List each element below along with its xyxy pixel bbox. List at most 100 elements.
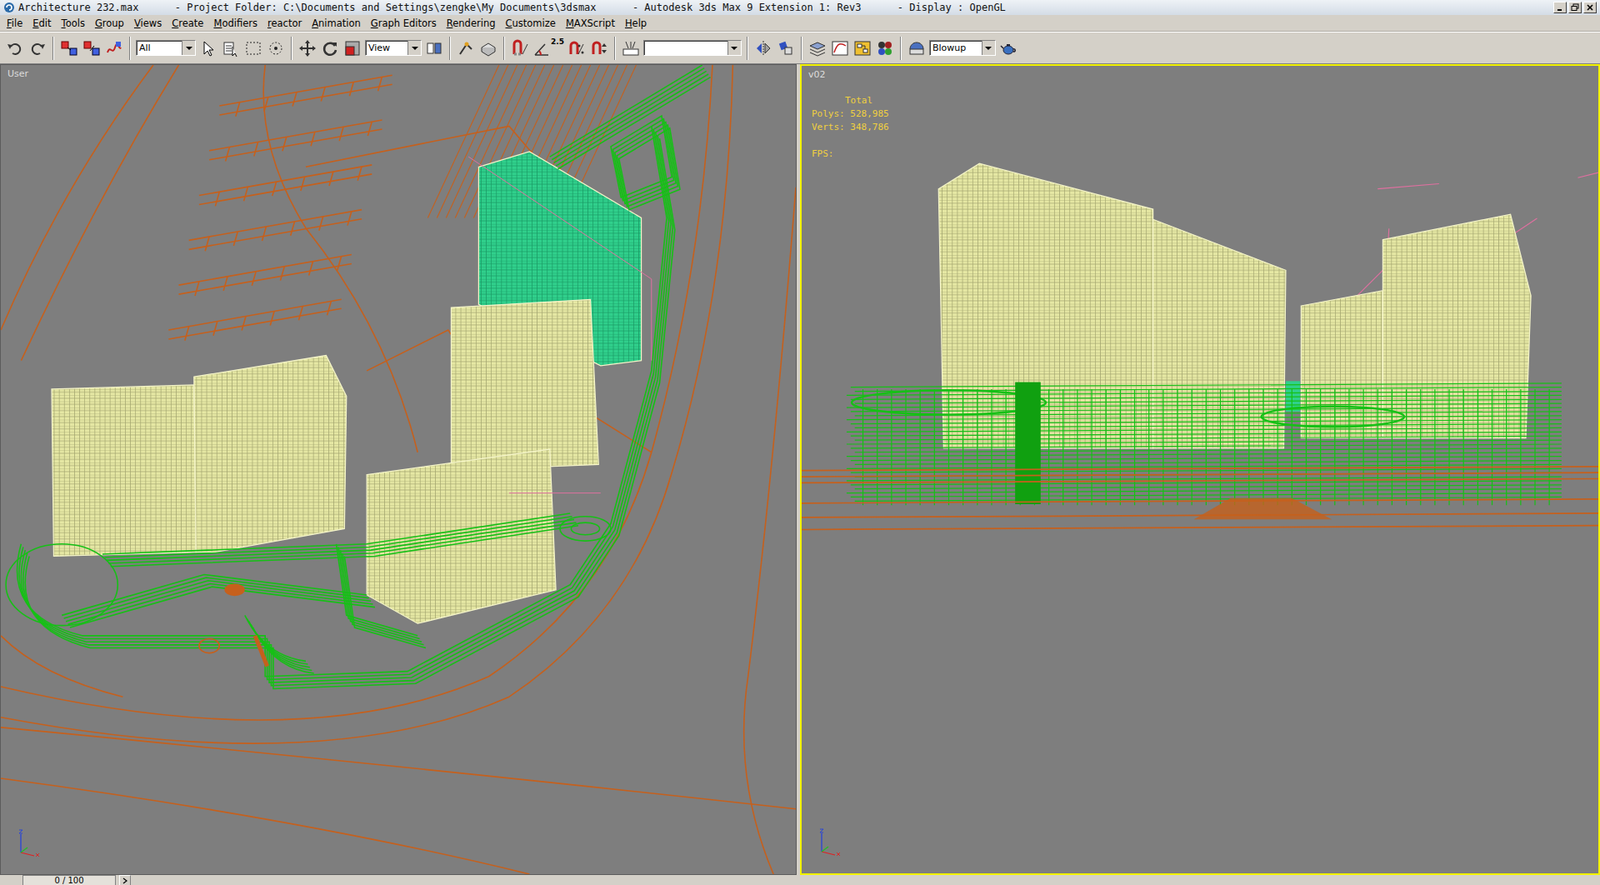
select-button[interactable] [198,36,219,60]
rotate-icon [320,39,340,58]
move-button[interactable] [297,36,318,60]
spinner-button[interactable] [589,36,610,60]
window-icon [266,39,285,58]
restore-icon [1570,3,1580,12]
toolbar-separator [449,36,451,60]
selection-filter-dropdown[interactable]: All [135,40,196,56]
material-icon [875,39,895,58]
render-button[interactable] [906,36,927,60]
menu-item[interactable]: Create [166,16,209,30]
viewport[interactable]: v02TotalPolys: 528,985Verts: 348,786FPS: [800,64,1600,875]
minimize-button[interactable] [1553,1,1567,14]
toolbar-separator [290,36,293,60]
selname-icon [221,39,240,58]
percent-button[interactable] [566,36,587,60]
scale-button[interactable] [342,36,363,60]
next-frame-button[interactable] [119,875,131,885]
app-logo-icon [3,1,15,14]
align-button[interactable] [775,36,796,60]
close-icon [1585,3,1595,12]
scene-wireframe [801,65,1599,874]
menu-item[interactable]: Edit [27,16,56,30]
link-icon [60,39,79,58]
menu-item[interactable]: Help [620,16,652,30]
minimize-icon [1555,3,1565,12]
window-button[interactable] [265,36,286,60]
align-icon [776,39,795,58]
snap-icon [510,39,530,58]
snap-button[interactable] [510,36,530,60]
layers-icon [808,39,827,58]
unlink-icon [82,39,101,58]
building[interactable] [51,385,196,556]
toolbar-separator [52,36,55,60]
select-icon [199,39,218,58]
main-toolbar: All View 2.5 Blowup [0,31,1600,65]
keyboard-icon [479,39,498,58]
viewport-area: User v02TotalPolys: 528,985Verts: 348,786… [0,64,1600,875]
menu-item[interactable]: Graph Editors [365,16,442,30]
menu-item[interactable]: Modifiers [208,16,263,30]
link-button[interactable] [59,36,80,60]
angle-snap-value: 2.5 [550,37,565,46]
menu-item[interactable]: MAXScript [560,16,620,30]
render-preset-dropdown[interactable]: Blowup [929,40,996,56]
scene-wireframe [0,65,796,875]
time-slider-bar: 0 / 100 [0,875,1600,885]
selname-button[interactable] [220,36,241,60]
teapot-icon [999,39,1018,58]
toolbar-separator [800,36,803,60]
viewport[interactable]: User [0,64,797,875]
coordinate-system-dropdown[interactable]: View [365,40,422,56]
toolbar-separator [129,36,131,60]
spinner-icon [590,39,609,58]
menu-bar: FileEditToolsGroupViewsCreateModifiersre… [0,15,1600,32]
pivot-button[interactable] [424,36,445,60]
abc-button[interactable] [620,36,641,60]
layers-button[interactable] [807,36,828,60]
mirror-icon [754,39,773,58]
angle-icon [532,39,551,58]
title-bar: Architecture 232.max - Project Folder: C… [0,0,1600,15]
undo-button[interactable] [5,36,25,60]
redo-button[interactable] [27,36,48,60]
unlink-button[interactable] [81,36,102,60]
redo-icon [28,39,47,58]
toolbar-separator [503,36,505,60]
building[interactable] [1300,290,1383,439]
building[interactable] [194,355,347,553]
menu-item[interactable]: Group [90,16,130,30]
close-button[interactable] [1583,1,1597,14]
angle-button[interactable]: 2.5 [532,36,565,60]
menu-item[interactable]: Customize [500,16,561,30]
menu-item[interactable]: Animation [306,16,366,30]
rect-button[interactable] [243,36,264,60]
building[interactable] [450,299,599,470]
teapot-button[interactable] [998,36,1019,60]
manip-button[interactable] [455,36,476,60]
schematic-icon [853,39,872,58]
menu-item[interactable]: Rendering [441,16,501,30]
named-selection-dropdown[interactable] [643,40,742,56]
curve-button[interactable] [830,36,850,60]
time-slider[interactable]: 0 / 100 [22,875,116,885]
material-button[interactable] [875,36,895,60]
keyboard-button[interactable] [478,36,499,60]
curve-icon [830,39,850,58]
percent-icon [567,39,586,58]
menu-item[interactable]: Tools [56,16,90,30]
viewport-label[interactable]: v02 [806,68,828,81]
next-arrow-icon [122,877,128,885]
menu-item[interactable]: Views [129,16,167,30]
menu-item[interactable]: reactor [262,16,307,30]
menu-item[interactable]: File [1,16,28,30]
bind-icon [105,39,124,58]
bind-button[interactable] [104,36,125,60]
schematic-button[interactable] [852,36,873,60]
rotate-button[interactable] [320,36,340,60]
restore-button[interactable] [1568,1,1582,14]
axis-tripod-icon [12,827,46,861]
mirror-button[interactable] [753,36,774,60]
move-icon [298,39,317,58]
viewport-label[interactable]: User [5,67,30,80]
